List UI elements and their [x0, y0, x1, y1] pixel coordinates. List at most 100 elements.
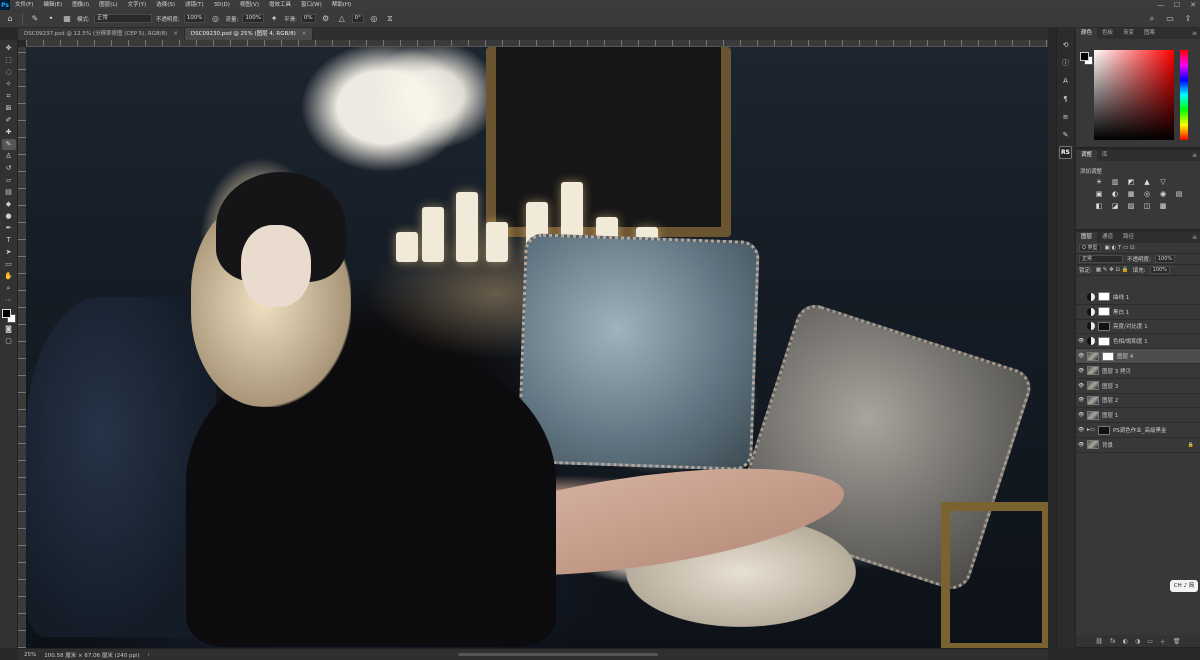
visibility-eye-icon[interactable]: 👁 — [1078, 442, 1084, 448]
fx-icon[interactable]: fx — [1110, 638, 1116, 645]
layer-row[interactable]: 👁 图层 3 拷贝 — [1076, 364, 1200, 379]
angle-field[interactable]: 0° — [351, 14, 364, 23]
adjustment-icon[interactable]: ▤ — [1174, 190, 1184, 199]
brush-size-icon[interactable]: • — [45, 13, 57, 25]
layer-row[interactable]: 亮度/对比度 1 — [1076, 320, 1200, 335]
search-icon[interactable]: ⌕ — [1146, 13, 1158, 25]
ruler-horizontal[interactable] — [26, 40, 1048, 47]
menu-item[interactable]: 视图(V) — [235, 0, 264, 10]
filter-icons[interactable]: ▣ ◐ T ▭ ⊡ — [1105, 245, 1135, 251]
adjustment-icon[interactable]: ▥ — [1110, 178, 1120, 187]
quick-mask-icon[interactable]: ◙ — [2, 324, 16, 335]
adjustment-icon[interactable]: ◧ — [1094, 202, 1104, 211]
menu-item[interactable]: 文件(F) — [10, 0, 38, 10]
layer-mask-thumbnail[interactable] — [1098, 292, 1110, 302]
color-picker-field[interactable] — [1094, 50, 1174, 140]
tab-gradients[interactable]: 渐变 — [1118, 28, 1139, 39]
new-adjustment-icon[interactable]: ◑ — [1135, 638, 1140, 645]
adjustment-icon[interactable]: ▲ — [1142, 178, 1152, 187]
menu-item[interactable]: 窗口(W) — [296, 0, 327, 10]
trash-icon[interactable]: 🗑 — [1173, 638, 1181, 645]
new-layer-icon[interactable]: ＋ — [1160, 637, 1166, 646]
visibility-eye-icon[interactable]: 👁 — [1078, 412, 1084, 418]
paragraph-icon[interactable]: ¶ — [1059, 92, 1072, 105]
ruler-vertical[interactable] — [18, 47, 26, 648]
panel-menu-icon[interactable]: ≡ — [1192, 234, 1200, 241]
frame-tool-icon[interactable]: ⊠ — [2, 103, 16, 114]
layer-row[interactable]: 👁 ▸▭ PS调色作业_高级黑金 — [1076, 423, 1200, 438]
dodge-tool-icon[interactable]: ● — [2, 211, 16, 222]
layer-opacity-field[interactable]: 100% — [1154, 255, 1176, 263]
menu-item[interactable]: 选择(S) — [151, 0, 180, 10]
tab-paths[interactable]: 路径 — [1118, 232, 1139, 243]
adjustment-icon[interactable] — [1174, 178, 1184, 187]
layer-mask-thumbnail[interactable] — [1097, 425, 1110, 435]
tab-layers[interactable]: 图层 — [1076, 232, 1098, 243]
menu-item[interactable]: 图像(I) — [67, 0, 94, 10]
foreground-color-chip[interactable] — [1080, 52, 1089, 61]
layer-row[interactable]: 👁 背景 🔒 — [1076, 438, 1200, 453]
menu-item[interactable]: 图层(L) — [94, 0, 122, 10]
layer-row[interactable]: 👁 色相/饱和度 1 — [1076, 334, 1200, 350]
lock-icons[interactable]: ▦ ✎ ✥ ⊡ 🔒 — [1096, 267, 1129, 273]
info-icon[interactable]: ⓘ — [1059, 56, 1072, 69]
path-select-tool-icon[interactable]: ➤ — [2, 247, 16, 258]
layer-row[interactable]: 👁 图层 2 — [1076, 394, 1200, 409]
visibility-eye-icon[interactable]: 👁 — [1078, 383, 1084, 389]
brush-panel-icon[interactable]: ▦ — [61, 13, 73, 25]
tab-swatches[interactable]: 色板 — [1097, 28, 1118, 39]
close-window-button[interactable]: ✕ — [1190, 1, 1196, 9]
healing-brush-tool-icon[interactable]: ✚ — [2, 127, 16, 138]
share-icon[interactable]: ⇪ — [1182, 13, 1194, 25]
visibility-eye-icon[interactable]: 👁 — [1078, 338, 1084, 344]
shape-tool-icon[interactable]: ▭ — [2, 259, 16, 270]
brush-settings-icon[interactable]: ✎ — [1059, 128, 1072, 141]
history-brush-tool-icon[interactable]: ↺ — [2, 163, 16, 174]
visibility-eye-icon[interactable]: 👁 — [1078, 353, 1084, 359]
panel-menu-icon[interactable]: ≡ — [1192, 152, 1200, 159]
tab-channels[interactable]: 通道 — [1097, 232, 1118, 243]
eraser-tool-icon[interactable]: ▱ — [2, 175, 16, 186]
menu-item[interactable]: 滤镜(T) — [180, 0, 209, 10]
tab-dsc09230[interactable]: DSC09230.psd @ 25% (图层 4, RGB/8) ✕ — [184, 28, 314, 40]
mode-select[interactable]: 正常 — [93, 14, 152, 23]
document-canvas[interactable] — [26, 47, 1048, 648]
hue-slider[interactable] — [1180, 50, 1188, 140]
foreground-color-chip[interactable] — [1, 309, 11, 318]
panel-menu-icon[interactable]: ≡ — [1192, 30, 1200, 37]
layer-mask-thumbnail[interactable] — [1098, 336, 1110, 346]
close-icon[interactable]: ✕ — [173, 28, 178, 40]
tab-dsc09237[interactable]: DSC09237.psd @ 12.5% (分辨率修图 (CEP 5), RGB… — [18, 28, 185, 40]
history-icon[interactable]: ⟲ — [1059, 38, 1072, 51]
adjustment-icon[interactable]: ◐ — [1110, 190, 1120, 199]
flow-field[interactable]: 100% — [242, 14, 265, 23]
layer-mask-thumbnail[interactable] — [1102, 351, 1114, 361]
tab-libraries[interactable]: 库 — [1097, 150, 1113, 161]
layer-row[interactable]: 👁 图层 4 — [1076, 349, 1200, 364]
crop-tool-icon[interactable]: ⌗ — [2, 91, 16, 102]
workspace-icon[interactable]: ▭ — [1164, 13, 1176, 25]
adjustment-icon[interactable]: ◉ — [1158, 190, 1168, 199]
minimize-button[interactable]: — — [1157, 1, 1164, 9]
horizontal-scrollbar[interactable] — [458, 653, 658, 656]
tab-color[interactable]: 颜色 — [1076, 28, 1098, 39]
layer-row[interactable]: 黑白 1 — [1076, 305, 1200, 320]
airbrush-icon[interactable]: ✦ — [268, 13, 280, 25]
visibility-eye-icon[interactable]: 👁 — [1078, 397, 1084, 403]
link-layers-icon[interactable]: ⛓ — [1095, 638, 1103, 645]
zoom-level[interactable]: 25% — [24, 652, 36, 658]
pressure-size-icon[interactable]: ◎ — [368, 13, 380, 25]
adjustment-icon[interactable]: ◫ — [1142, 202, 1152, 211]
zoom-tool-icon[interactable]: ⌕ — [2, 283, 16, 294]
pen-tool-icon[interactable]: ✒ — [2, 223, 16, 234]
symmetry-icon[interactable]: ⧖ — [384, 13, 396, 25]
adjustment-icon[interactable]: ◩ — [1126, 178, 1136, 187]
adjustment-icon[interactable] — [1174, 202, 1184, 211]
visibility-eye-icon[interactable]: 👁 — [1078, 427, 1084, 433]
menu-item[interactable]: 编辑(E) — [38, 0, 67, 10]
folder-icon[interactable]: ▸▭ — [1087, 427, 1095, 433]
brush-tool-icon[interactable]: ✎ — [1, 139, 16, 150]
ime-indicator[interactable]: CH ♪ 简 — [1170, 580, 1198, 592]
angle-icon[interactable]: △ — [336, 13, 348, 25]
menu-item[interactable]: 帮助(H) — [327, 0, 356, 10]
